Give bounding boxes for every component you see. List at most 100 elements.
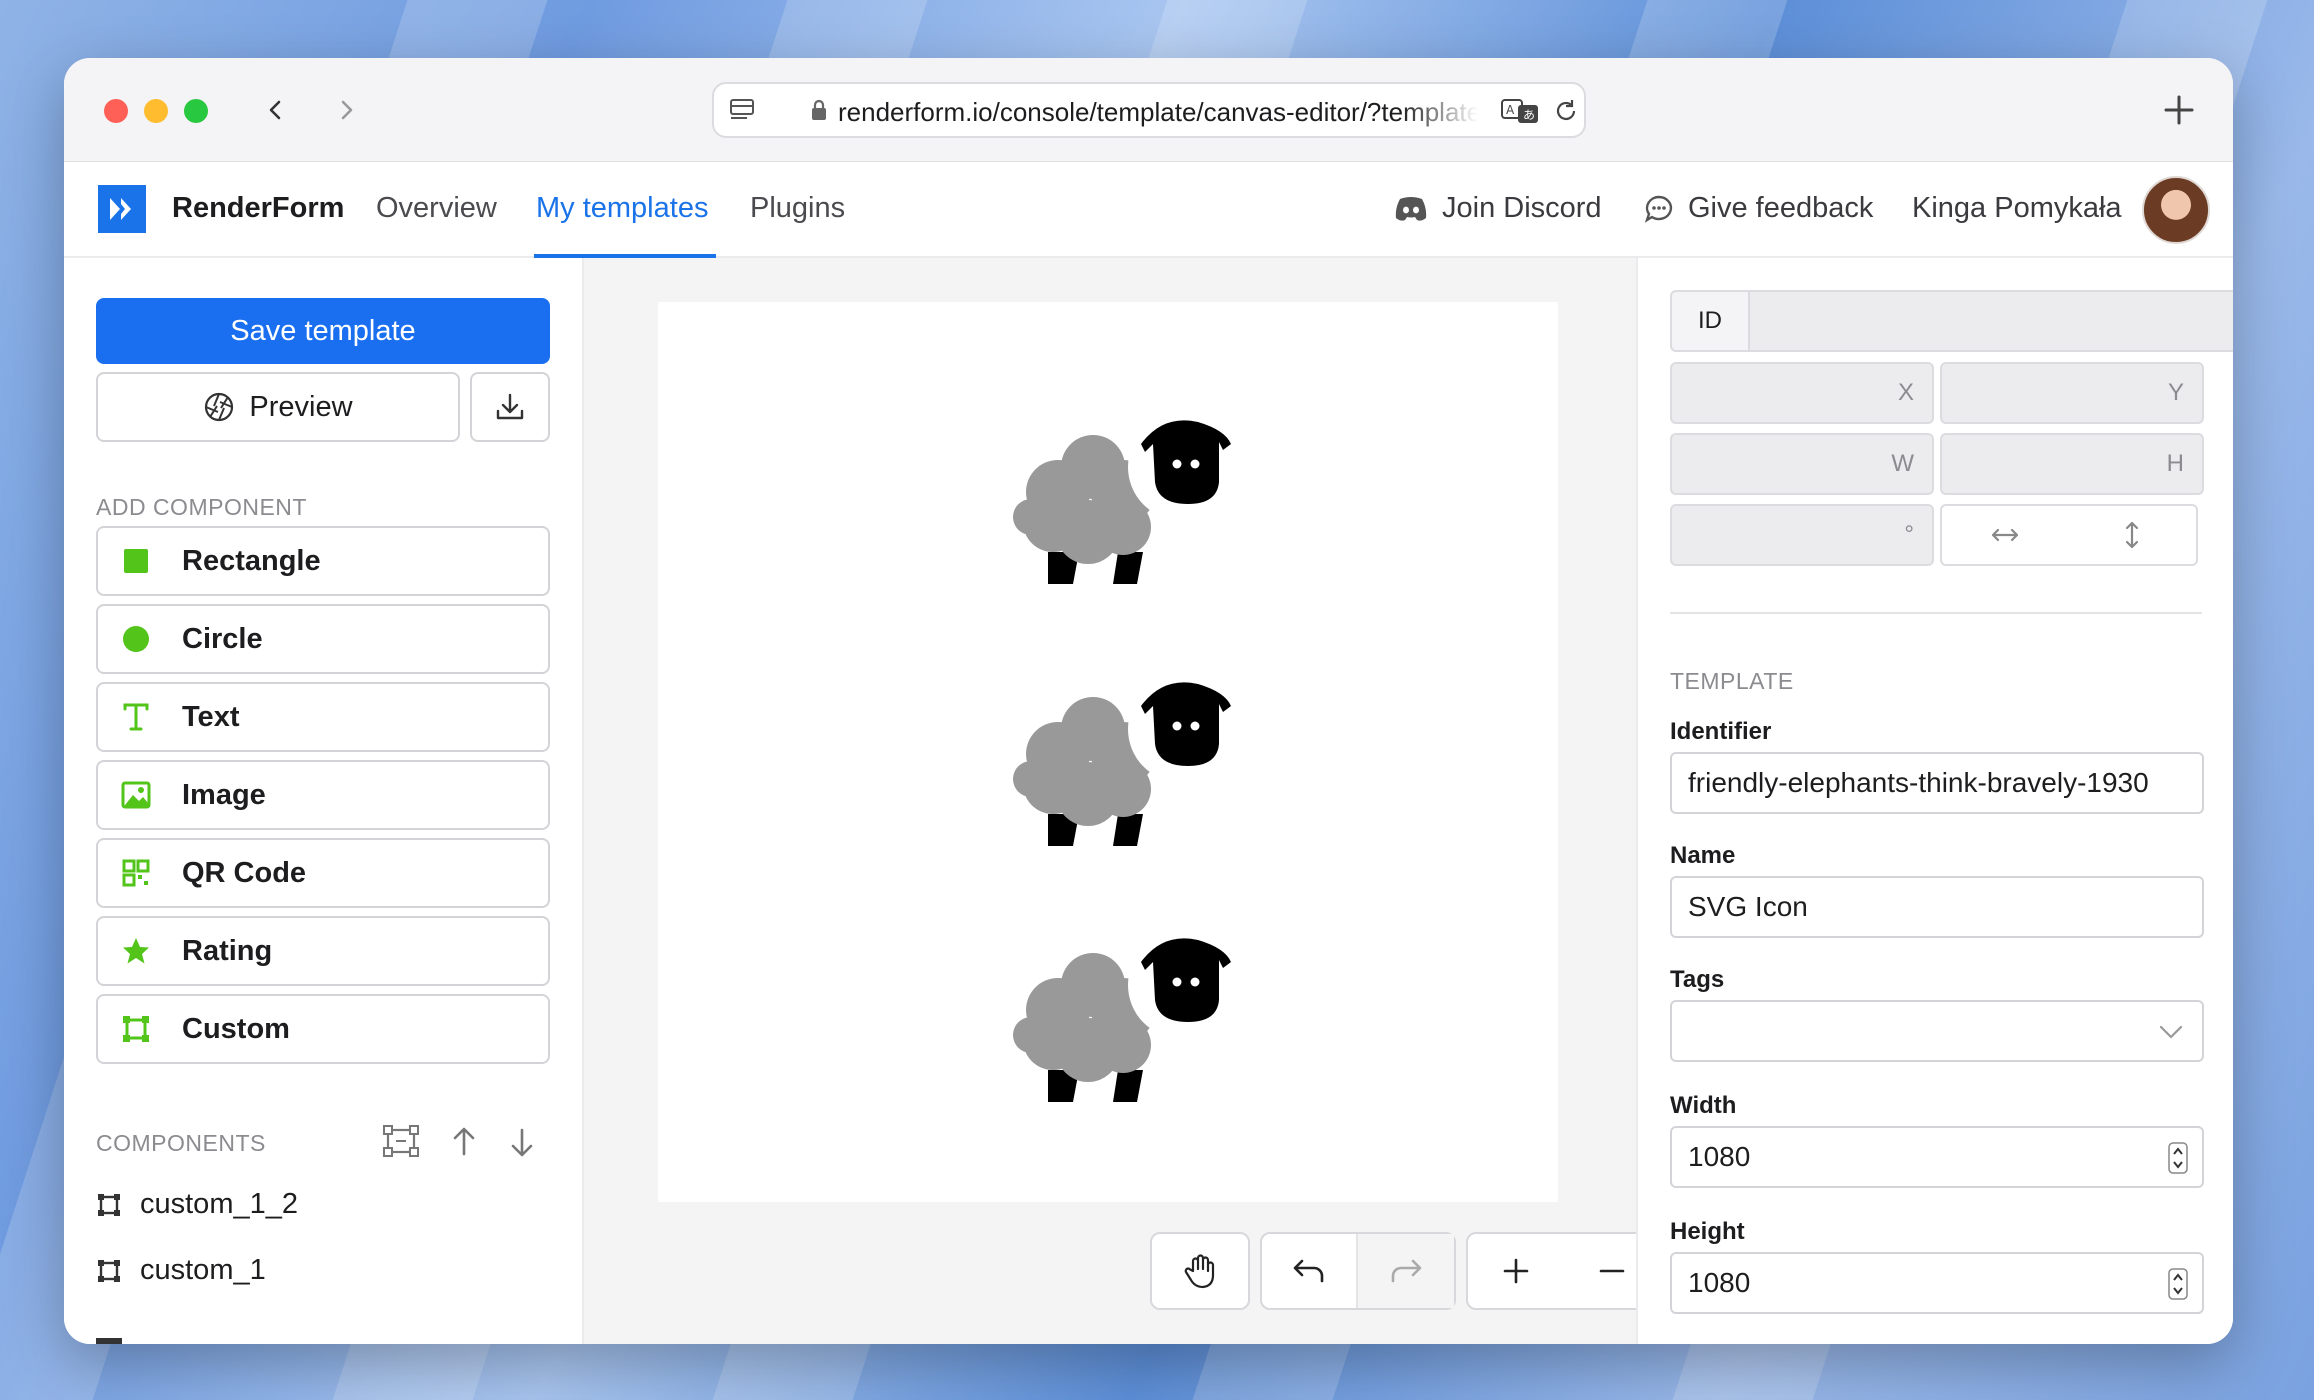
image-icon bbox=[120, 779, 152, 811]
left-sidebar: Save template Preview ADD COMPONENT Rect… bbox=[64, 258, 584, 1344]
properties-panel: ID X Y W H ° TEMPLATE Identifier friendl… bbox=[1636, 258, 2233, 1344]
save-template-button[interactable]: Save template bbox=[96, 298, 550, 364]
layer-item-partial bbox=[96, 1338, 122, 1344]
artboard[interactable] bbox=[658, 302, 1558, 1202]
minimize-window-button[interactable] bbox=[144, 99, 168, 123]
svg-text:A: A bbox=[1506, 103, 1515, 117]
x-field[interactable]: X bbox=[1670, 362, 1934, 424]
id-label: ID bbox=[1670, 290, 1750, 352]
arrow-up-icon[interactable] bbox=[448, 1122, 480, 1162]
close-window-button[interactable] bbox=[104, 99, 128, 123]
pan-tool-button[interactable] bbox=[1152, 1234, 1248, 1308]
flip-vertical-button[interactable] bbox=[2068, 504, 2198, 566]
back-button[interactable] bbox=[256, 90, 296, 130]
text-icon bbox=[120, 701, 152, 733]
translate-icon[interactable]: Aあ bbox=[1500, 97, 1540, 125]
minus-icon bbox=[1599, 1269, 1625, 1273]
group-components-icon[interactable] bbox=[382, 1122, 422, 1162]
add-circle-button[interactable]: Circle bbox=[96, 604, 550, 674]
height-field[interactable]: H bbox=[1940, 433, 2204, 495]
flip-horizontal-button[interactable] bbox=[1940, 504, 2070, 566]
browser-titlebar: renderform.io/console/template/canvas-ed… bbox=[64, 58, 2233, 162]
template-heading: TEMPLATE bbox=[1670, 668, 1794, 694]
arrows-vertical-icon bbox=[2125, 521, 2139, 549]
add-text-button[interactable]: Text bbox=[96, 682, 550, 752]
logo-chevrons-icon bbox=[110, 198, 131, 220]
add-custom-button[interactable]: Custom bbox=[96, 994, 550, 1064]
add-qr-code-button[interactable]: QR Code bbox=[96, 838, 550, 908]
rectangle-icon bbox=[120, 545, 152, 577]
id-field[interactable] bbox=[1748, 290, 2233, 352]
url-text[interactable]: renderform.io/console/template/canvas-ed… bbox=[838, 97, 1478, 128]
nav-my-templates[interactable]: My templates bbox=[536, 192, 708, 225]
add-custom-label: Custom bbox=[182, 1012, 290, 1045]
width-label: Width bbox=[1670, 1092, 1737, 1119]
arrows-horizontal-icon bbox=[1991, 528, 2019, 542]
give-feedback-link[interactable]: Give feedback bbox=[1644, 192, 1873, 225]
add-component-heading: ADD COMPONENT bbox=[96, 494, 307, 520]
sheep-icon[interactable] bbox=[1013, 930, 1238, 1105]
name-field[interactable]: SVG Icon bbox=[1670, 876, 2204, 938]
join-discord-link[interactable]: Join Discord bbox=[1394, 192, 1602, 225]
custom-layer-icon bbox=[98, 1259, 120, 1282]
identifier-value: friendly-elephants-think-bravely-1930 bbox=[1688, 767, 2149, 798]
add-rating-label: Rating bbox=[182, 934, 273, 967]
layer-item[interactable]: custom_1 bbox=[96, 1254, 266, 1287]
template-width-field[interactable]: 1080 bbox=[1670, 1126, 2204, 1188]
undo-button[interactable] bbox=[1262, 1234, 1358, 1308]
sheep-icon[interactable] bbox=[1013, 412, 1238, 587]
aperture-icon bbox=[205, 392, 234, 422]
download-icon bbox=[496, 393, 524, 420]
download-button[interactable] bbox=[470, 372, 550, 442]
preview-button[interactable]: Preview bbox=[96, 372, 460, 442]
add-rectangle-button[interactable]: Rectangle bbox=[96, 526, 550, 596]
tab-overview-icon[interactable] bbox=[728, 97, 756, 123]
add-text-label: Text bbox=[182, 700, 240, 733]
user-menu[interactable]: Kinga Pomykała bbox=[1912, 192, 2122, 225]
chat-bubble-icon bbox=[1644, 195, 1673, 223]
arrow-down-icon[interactable] bbox=[506, 1122, 538, 1162]
new-tab-icon[interactable] bbox=[2157, 88, 2201, 132]
preview-label: Preview bbox=[249, 390, 353, 423]
give-feedback-label: Give feedback bbox=[1688, 192, 1874, 224]
sheep-icon[interactable] bbox=[1013, 674, 1238, 849]
forward-button[interactable] bbox=[326, 90, 366, 130]
reload-icon[interactable] bbox=[1552, 97, 1580, 125]
zoom-tool-group bbox=[1466, 1232, 1662, 1310]
layer-item[interactable]: custom_1_2 bbox=[96, 1188, 298, 1221]
lock-icon bbox=[812, 99, 826, 120]
renderform-logo[interactable] bbox=[98, 185, 146, 233]
join-discord-label: Join Discord bbox=[1442, 192, 1602, 224]
undo-icon bbox=[1293, 1259, 1324, 1283]
canvas-area[interactable] bbox=[584, 258, 1662, 1344]
redo-button[interactable] bbox=[1358, 1234, 1454, 1308]
width-field[interactable]: W bbox=[1670, 433, 1934, 495]
tags-label: Tags bbox=[1670, 966, 1725, 993]
components-heading: COMPONENTS bbox=[96, 1130, 266, 1156]
panel-divider bbox=[1670, 612, 2202, 614]
user-name: Kinga Pomykała bbox=[1912, 192, 2122, 224]
zoom-in-button[interactable] bbox=[1468, 1234, 1564, 1308]
nav-overview[interactable]: Overview bbox=[376, 192, 497, 225]
add-rating-button[interactable]: Rating bbox=[96, 916, 550, 986]
tags-select[interactable] bbox=[1670, 1000, 2204, 1062]
chevron-left-icon bbox=[269, 100, 281, 120]
hand-icon bbox=[1184, 1254, 1215, 1289]
rotation-field[interactable]: ° bbox=[1670, 504, 1934, 566]
name-value: SVG Icon bbox=[1688, 891, 1808, 922]
star-icon bbox=[120, 935, 152, 967]
nav-plugins[interactable]: Plugins bbox=[750, 192, 845, 225]
browser-window: renderform.io/console/template/canvas-ed… bbox=[64, 58, 2233, 1344]
add-qr-code-label: QR Code bbox=[182, 856, 307, 889]
identifier-field[interactable]: friendly-elephants-think-bravely-1930 bbox=[1670, 752, 2204, 814]
maximize-window-button[interactable] bbox=[184, 99, 208, 123]
y-field[interactable]: Y bbox=[1940, 362, 2204, 424]
stepper-icon[interactable] bbox=[2168, 1268, 2188, 1300]
brand-name[interactable]: RenderForm bbox=[172, 192, 344, 225]
add-image-button[interactable]: Image bbox=[96, 760, 550, 830]
name-label: Name bbox=[1670, 842, 1736, 869]
stepper-icon[interactable] bbox=[2168, 1142, 2188, 1174]
template-height-field[interactable]: 1080 bbox=[1670, 1252, 2204, 1314]
address-bar[interactable]: renderform.io/console/template/canvas-ed… bbox=[712, 82, 1586, 138]
avatar[interactable] bbox=[2142, 176, 2210, 244]
